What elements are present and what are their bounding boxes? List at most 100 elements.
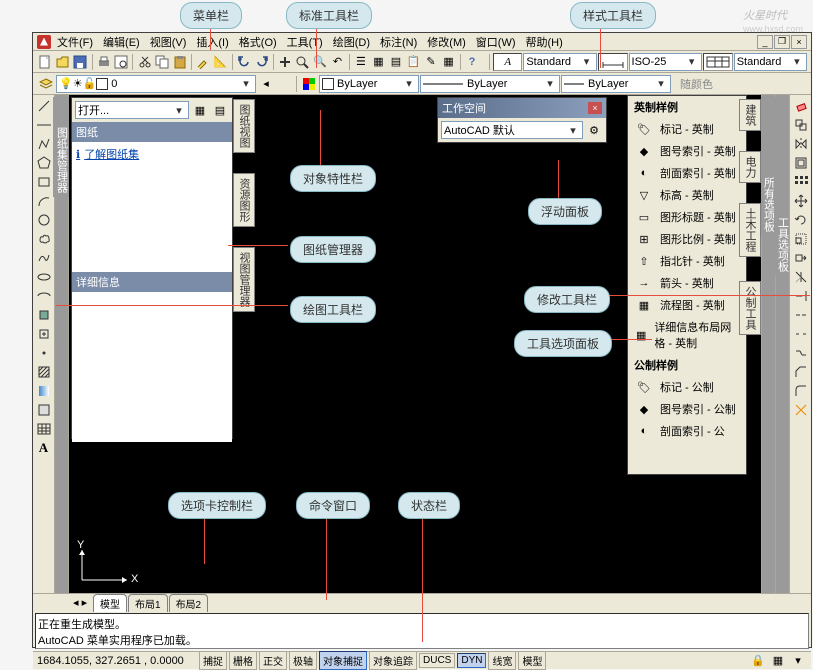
zoom-previous-icon[interactable]: ↶	[329, 53, 346, 71]
revcloud-icon[interactable]	[35, 230, 53, 248]
dimstyle-combo[interactable]: ISO-25▾	[629, 53, 702, 71]
circle-icon[interactable]	[35, 211, 53, 229]
properties-icon[interactable]: ☰	[353, 53, 370, 71]
app-icon[interactable]	[37, 35, 51, 49]
dyn-toggle[interactable]: DYN	[457, 653, 486, 668]
legend-item[interactable]: ⊞图形比例 - 英制	[628, 228, 746, 250]
linetype-combo[interactable]: ByLayer▾	[420, 75, 560, 93]
legend-item[interactable]: ◐剖面索引 - 英制	[628, 162, 746, 184]
extend-icon[interactable]	[792, 287, 810, 305]
break-icon[interactable]	[792, 325, 810, 343]
close-button[interactable]: ×	[791, 35, 807, 49]
hatch-icon[interactable]	[35, 363, 53, 381]
line-icon[interactable]	[35, 97, 53, 115]
status-tray-icon[interactable]: ▦	[769, 652, 787, 670]
rectangle-icon[interactable]	[35, 173, 53, 191]
arc-icon[interactable]	[35, 192, 53, 210]
side-tab-viewmgr[interactable]: 视图管理器	[233, 247, 255, 312]
gradient-icon[interactable]	[35, 382, 53, 400]
open-icon[interactable]	[55, 53, 72, 71]
menu-file[interactable]: 文件(F)	[53, 32, 97, 52]
palette-tab-arch[interactable]: 建筑	[739, 99, 761, 131]
minimize-button[interactable]: _	[757, 35, 773, 49]
tool-palettes-icon[interactable]: ▤	[388, 53, 405, 71]
rotate-icon[interactable]	[792, 211, 810, 229]
polygon-icon[interactable]	[35, 154, 53, 172]
side-tab-sheetview[interactable]: 图纸视图	[233, 99, 255, 153]
save-icon[interactable]	[72, 53, 89, 71]
workspace-combo[interactable]: AutoCAD 默认▾	[441, 121, 583, 139]
move-icon[interactable]	[792, 192, 810, 210]
cmd-prompt[interactable]: 命令:	[38, 648, 806, 649]
explode-icon[interactable]	[792, 401, 810, 419]
legend-item[interactable]: ◐剖面索引 - 公	[628, 420, 746, 442]
print-icon[interactable]	[95, 53, 112, 71]
legend-item[interactable]: ▽标高 - 英制	[628, 184, 746, 206]
tab-model[interactable]: 模型	[93, 594, 127, 612]
lineweight-combo[interactable]: ByLayer▾	[561, 75, 671, 93]
osnap-toggle[interactable]: 对象捕捉	[319, 651, 367, 670]
menu-dim[interactable]: 标注(N)	[376, 32, 421, 52]
ssm-btn2[interactable]: ▤	[211, 101, 229, 119]
tab-layout1[interactable]: 布局1	[128, 594, 168, 612]
legend-item[interactable]: 🏷标记 - 公制	[628, 376, 746, 398]
model-toggle[interactable]: 模型	[518, 651, 546, 670]
break-at-icon[interactable]	[792, 306, 810, 324]
mtext-icon[interactable]: A	[35, 439, 53, 457]
menu-tools[interactable]: 工具(T)	[283, 32, 327, 52]
mirror-icon[interactable]	[792, 135, 810, 153]
block-editor-icon[interactable]: 📐	[212, 53, 229, 71]
legend-item[interactable]: ▭图形标题 - 英制	[628, 206, 746, 228]
tablestyle-icon[interactable]	[703, 53, 733, 71]
copy-obj-icon[interactable]	[792, 116, 810, 134]
workspace-panel[interactable]: 工作空间× AutoCAD 默认▾ ⚙	[437, 97, 607, 143]
status-tray-icon[interactable]: 🔒	[749, 652, 767, 670]
ellipse-icon[interactable]	[35, 268, 53, 286]
menu-draw[interactable]: 绘图(D)	[329, 32, 374, 52]
xline-icon[interactable]	[35, 116, 53, 134]
legend-item[interactable]: ◆图号索引 - 公制	[628, 398, 746, 420]
undo-icon[interactable]	[236, 53, 253, 71]
polar-toggle[interactable]: 极轴	[289, 651, 317, 670]
table-icon[interactable]	[35, 420, 53, 438]
new-icon[interactable]	[37, 53, 54, 71]
layer-manager-icon[interactable]	[37, 75, 55, 93]
palette-tab-metric[interactable]: 公制工具	[739, 281, 761, 335]
side-tab-resource[interactable]: 资源图形	[233, 173, 255, 227]
stretch-icon[interactable]	[792, 249, 810, 267]
ortho-toggle[interactable]: 正交	[259, 651, 287, 670]
layer-combo[interactable]: 💡 ☀ 🔓 0▾	[56, 75, 256, 93]
snap-toggle[interactable]: 捕捉	[199, 651, 227, 670]
zoom-window-icon[interactable]: 🔍	[312, 53, 329, 71]
join-icon[interactable]	[792, 344, 810, 362]
markup-icon[interactable]: ✎	[423, 53, 440, 71]
legend-item[interactable]: →箭头 - 英制	[628, 272, 746, 294]
textstyle-icon[interactable]: A	[493, 53, 522, 71]
insert-block-icon[interactable]	[35, 306, 53, 324]
menu-window[interactable]: 窗口(W)	[472, 32, 520, 52]
chamfer-icon[interactable]	[792, 363, 810, 381]
menu-view[interactable]: 视图(V)	[146, 32, 191, 52]
calc-icon[interactable]: ▦	[440, 53, 457, 71]
scale-icon[interactable]	[792, 230, 810, 248]
grid-toggle[interactable]: 栅格	[229, 651, 257, 670]
palette-bar-tools[interactable]: 工具选项板	[775, 95, 789, 593]
restore-button[interactable]: ❐	[774, 35, 790, 49]
region-icon[interactable]	[35, 401, 53, 419]
ducs-toggle[interactable]: DUCS	[419, 653, 455, 668]
match-prop-icon[interactable]	[195, 53, 212, 71]
palette-tab-civil[interactable]: 土木工程	[739, 203, 761, 257]
erase-icon[interactable]	[792, 97, 810, 115]
cut-icon[interactable]	[136, 53, 153, 71]
offset-icon[interactable]	[792, 154, 810, 172]
legend-item[interactable]: 🏷标记 - 英制	[628, 118, 746, 140]
close-icon[interactable]: ×	[588, 102, 602, 114]
ssm-tree[interactable]: ℹ 了解图纸集	[72, 142, 232, 272]
workspace-settings-icon[interactable]: ⚙	[585, 121, 603, 139]
color-control-icon[interactable]	[300, 75, 318, 93]
tab-layout2[interactable]: 布局2	[169, 594, 209, 612]
fillet-icon[interactable]	[792, 382, 810, 400]
make-block-icon[interactable]	[35, 325, 53, 343]
spline-icon[interactable]	[35, 249, 53, 267]
copy-icon[interactable]	[154, 53, 171, 71]
